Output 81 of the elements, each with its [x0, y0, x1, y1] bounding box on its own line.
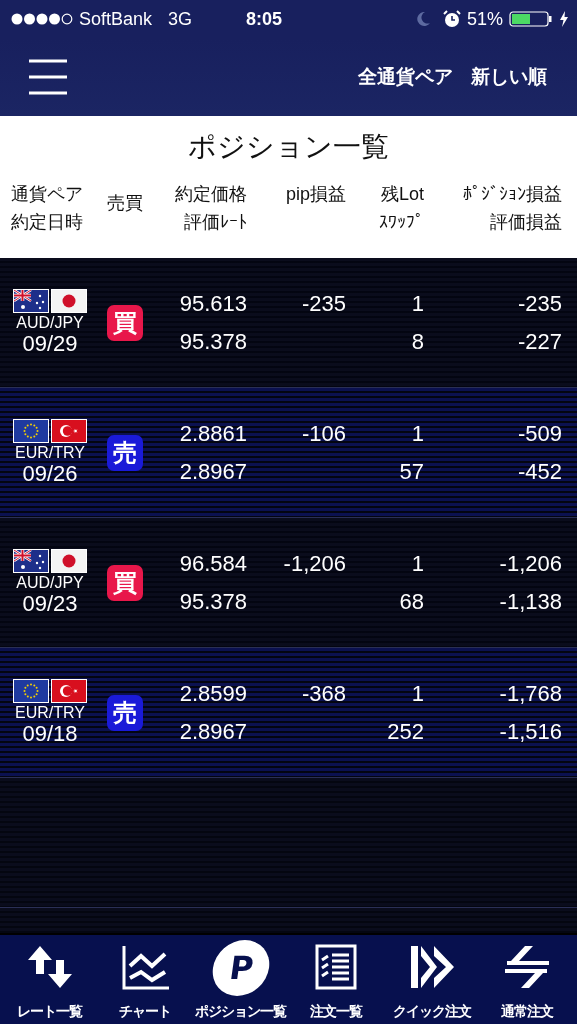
column-header: ﾎﾟｼﾞｼｮﾝ損益 [463, 183, 562, 206]
trade-date: 09/29 [22, 331, 78, 356]
position-profit: -235 [517, 290, 562, 317]
network-type: 3G [168, 8, 193, 30]
lot-count: 1 [411, 680, 424, 707]
currency-pair: AUD/JPY [16, 313, 84, 332]
flag-icon [52, 679, 86, 702]
column-header: 約定日時 [11, 211, 83, 234]
lot-count: 1 [411, 290, 424, 317]
tab-button[interactable]: 通常注文 [479, 935, 575, 1024]
valuation-profit: -227 [517, 328, 562, 355]
menu-icon [27, 59, 69, 95]
page-title: ポジション一覧 [187, 130, 390, 164]
column-header: 残Lot [380, 183, 424, 206]
lot-count: 1 [411, 420, 424, 447]
currency-pair: AUD/JPY [16, 573, 84, 592]
exchange-icon [503, 944, 552, 990]
trade-price: 2.8599 [179, 680, 247, 707]
current-rate: 95.378 [179, 588, 247, 615]
arrows-icon [25, 944, 74, 990]
swap-value: 8 [411, 328, 424, 355]
swap-value: 68 [399, 588, 424, 615]
currency-pair: EUR/TRY [15, 703, 85, 722]
pip-profit: -235 [301, 291, 346, 317]
menu-button[interactable] [27, 59, 69, 95]
battery-icon [509, 11, 553, 27]
trade-price: 95.613 [179, 290, 247, 317]
swap-value: 57 [399, 458, 424, 485]
charging-icon [559, 11, 569, 27]
position-profit: -1,768 [499, 680, 562, 707]
column-header: 通貨ペア [11, 183, 83, 206]
pip-profit: -368 [301, 681, 346, 707]
filter-button[interactable]: 全通貨ペア [358, 60, 453, 94]
side-badge: 買 [107, 304, 143, 341]
column-header: 売買 [107, 192, 143, 215]
pip-profit: -106 [301, 421, 346, 447]
flag-icon [14, 289, 48, 312]
position-profit: -1,206 [499, 550, 562, 577]
trade-price: 96.584 [179, 550, 247, 577]
flag-icon [14, 679, 48, 702]
valuation-profit: -1,516 [499, 718, 562, 745]
valuation-profit: -452 [517, 458, 562, 485]
tab-button[interactable]: 注文一覧 [288, 935, 384, 1024]
tab-button[interactable]: クイック注文 [384, 935, 480, 1024]
current-rate: 95.378 [179, 328, 247, 355]
trade-date: 09/26 [22, 461, 78, 486]
column-header: 評価ﾚｰﾄ [184, 211, 247, 234]
side-badge: 売 [107, 434, 143, 471]
signal-icon [11, 13, 73, 25]
current-rate: 2.8967 [179, 718, 247, 745]
chart-icon [121, 944, 170, 990]
column-header: ｽﾜｯﾌﾟ [379, 211, 424, 234]
trade-price: 2.8861 [179, 420, 247, 447]
sort-button[interactable]: 新しい順 [471, 60, 547, 94]
swap-value: 252 [387, 718, 424, 745]
valuation-profit: -1,138 [499, 588, 562, 615]
lot-count: 1 [411, 550, 424, 577]
pip-profit: -1,206 [283, 551, 346, 577]
side-badge: 売 [107, 694, 143, 731]
flag-icon [52, 289, 86, 312]
carrier-name: SoftBank [79, 8, 153, 30]
position-profit: -509 [517, 420, 562, 447]
flag-icon [52, 549, 86, 572]
column-header: 評価損益 [490, 211, 562, 234]
moon-icon [414, 11, 431, 27]
clock-time: 8:05 [246, 8, 283, 30]
column-header: 約定価格 [175, 183, 247, 206]
column-header: pip損益 [285, 183, 346, 206]
flag-icon [14, 549, 48, 572]
tab-button[interactable]: チャート [97, 935, 193, 1024]
battery-percent: 51% [466, 8, 503, 30]
flag-icon [14, 419, 48, 442]
trade-date: 09/18 [22, 721, 78, 746]
tab-button[interactable]: P ポジション一覧 [193, 935, 289, 1024]
side-badge: 買 [107, 564, 143, 601]
currency-pair: EUR/TRY [15, 443, 85, 462]
trade-date: 09/23 [22, 591, 78, 616]
flag-icon [52, 419, 86, 442]
current-rate: 2.8967 [179, 458, 247, 485]
tab-button[interactable]: レート一覧 [2, 935, 98, 1024]
alarm-icon [442, 10, 461, 28]
